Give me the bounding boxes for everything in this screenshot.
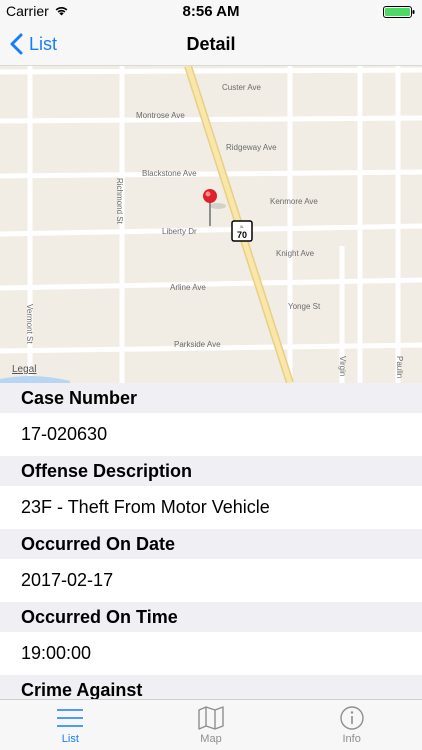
battery-icon — [383, 5, 416, 18]
street-label-vermont: Vermont St — [25, 304, 34, 344]
info-icon — [339, 706, 364, 730]
section-header-occurred-date: Occurred On Date — [0, 529, 422, 559]
occurred-time-value: 19:00:00 — [0, 632, 422, 675]
section-header-offense-description: Offense Description — [0, 456, 422, 486]
highway-shield-icon: IL 70 — [231, 220, 253, 242]
street-label-parkside: Parkside Ave — [174, 340, 221, 349]
tab-bar: List Map Info — [0, 699, 422, 750]
street-label-blackstone: Blackstone Ave — [142, 169, 197, 178]
tab-map[interactable]: Map — [141, 700, 282, 750]
detail-list: Case Number 17-020630 Offense Descriptio… — [0, 383, 422, 699]
occurred-date-value: 2017-02-17 — [0, 559, 422, 602]
street-label-paulin: Paulin — [395, 356, 404, 378]
tab-list[interactable]: List — [0, 700, 141, 750]
legal-link[interactable]: Legal — [12, 364, 36, 375]
navigation-bar: List Detail — [0, 22, 422, 66]
map-view[interactable]: Custer Ave Montrose Ave Ridgeway Ave Bla… — [0, 66, 422, 383]
tab-info[interactable]: Info — [281, 700, 422, 750]
street-label-yonge: Yonge St — [288, 302, 321, 311]
street-label-ridgeway: Ridgeway Ave — [226, 143, 277, 152]
case-number-value: 17-020630 — [0, 413, 422, 456]
street-label-kenmore: Kenmore Ave — [270, 197, 318, 206]
highway-shield-number: 70 — [237, 230, 247, 240]
street-label-liberty: Liberty Dr — [162, 227, 197, 236]
section-header-crime-against: Crime Against — [0, 675, 422, 699]
tab-info-label: Info — [342, 733, 361, 745]
street-label-knight: Knight Ave — [276, 249, 315, 258]
status-time: 8:56 AM — [182, 3, 240, 20]
section-header-occurred-time: Occurred On Time — [0, 602, 422, 632]
page-title: Detail — [186, 34, 236, 54]
tab-list-label: List — [61, 733, 79, 745]
map-icon — [198, 706, 224, 730]
street-label-virgin: Virgin — [338, 356, 347, 376]
offense-description-value: 23F - Theft From Motor Vehicle — [0, 486, 422, 529]
street-label-custer: Custer Ave — [222, 83, 262, 92]
list-icon — [57, 709, 84, 727]
section-header-case-number: Case Number — [0, 383, 422, 413]
street-label-richmond: Richmond St — [115, 178, 124, 225]
status-bar: Carrier 8:56 AM — [0, 0, 422, 22]
tab-map-label: Map — [200, 733, 222, 745]
street-label-arline: Arline Ave — [170, 283, 206, 292]
street-label-montrose: Montrose Ave — [136, 111, 185, 120]
